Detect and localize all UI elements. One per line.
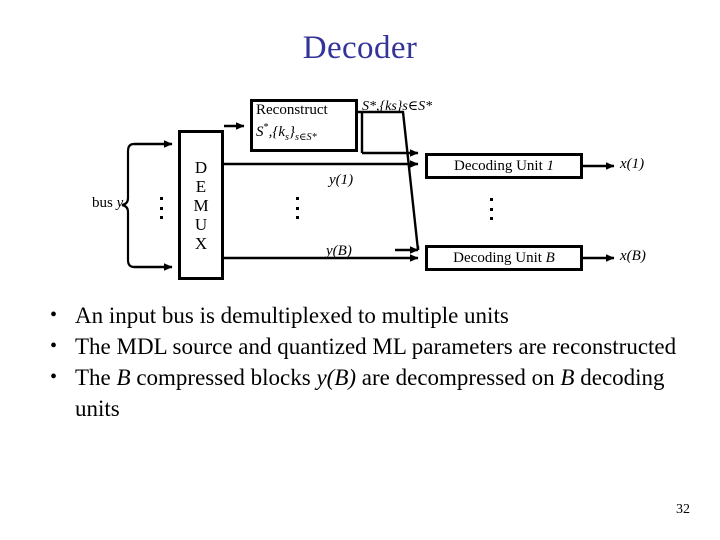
reconstruct-output-label: S*,{ks}s∈S* [362, 99, 433, 114]
reconstruct-symbol-tail: S* [306, 132, 317, 143]
bus-brace [121, 142, 135, 269]
bullet-blocks: The B compressed blocks y(B) are decompr… [36, 362, 686, 424]
signal-label-x1: x(1) [620, 156, 645, 172]
demux-block-label: D E M U X [178, 130, 224, 280]
signal-label-xB: x(B) [620, 248, 646, 264]
bullet-blocks-part-0: The [75, 365, 117, 390]
reconstruct-symbol-k: k [278, 124, 286, 140]
bullet-demultiplex: An input bus is demultiplexed to multipl… [36, 300, 686, 331]
reconstruct-block-label: Reconstruct S*,{ks}s∈S* [252, 100, 358, 151]
decoding-units-ellipsis-icon [488, 198, 494, 220]
demux-letter-d: D [194, 157, 208, 177]
decoding-unit-1-text: Decoding Unit [454, 157, 543, 174]
demux-letter-u: U [194, 214, 208, 234]
demux-letter-e: E [195, 176, 207, 196]
page-number: 32 [676, 502, 690, 517]
decoder-block-diagram: D E M U X Reconstruct S*,{ks}s∈S* S*,{ks… [0, 90, 720, 300]
bullet-demultiplex-part-0: An input bus is demultiplexed to multipl… [75, 303, 509, 328]
reconstruct-symbol-S: S [256, 124, 264, 140]
demux-output-ellipsis-icon [294, 197, 300, 219]
bullet-blocks-part-5: B [560, 365, 575, 390]
bullet-blocks-part-4: are decompressed on [356, 365, 561, 390]
page-title: Decoder [302, 30, 418, 66]
decoding-unit-1-index: 1 [546, 157, 554, 174]
decoding-unit-b-text: Decoding Unit [453, 249, 542, 266]
bus-input-label-var: y [116, 195, 124, 211]
bus-input-label-text: bus [92, 195, 113, 211]
demux-letter-m: M [193, 195, 209, 215]
reconstruct-output-trunk [358, 110, 420, 251]
decoding-unit-1-label: Decoding Unit 1 [425, 153, 583, 179]
demux-letter-x: X [194, 233, 208, 253]
bullet-blocks-part-3: y(B) [316, 365, 357, 390]
bus-input-label: bus y [92, 195, 123, 212]
signal-label-yB: y(B) [326, 243, 352, 259]
decoding-unit-b-label: Decoding Unit B [425, 245, 583, 271]
decoding-unit-b-index: B [545, 249, 555, 266]
bullet-blocks-part-2: compressed blocks [130, 365, 317, 390]
reconstruct-symbol-comma: ,{ [268, 124, 279, 140]
reconstruct-label-line2: S*,{ks}s∈S* [256, 119, 356, 147]
signal-label-y1: y(1) [329, 172, 354, 188]
bullet-blocks-part-1: B [116, 365, 131, 390]
bullet-reconstruct-part-0: The MDL source and quantized ML paramete… [75, 334, 677, 359]
bullet-reconstruct: The MDL source and quantized ML paramete… [36, 331, 686, 362]
bus-ellipsis-icon [158, 197, 164, 219]
reconstruct-symbol-in: ∈ [298, 132, 307, 143]
reconstruct-label-line1: Reconstruct [256, 102, 328, 118]
bullet-list: An input bus is demultiplexed to multipl… [36, 300, 686, 424]
